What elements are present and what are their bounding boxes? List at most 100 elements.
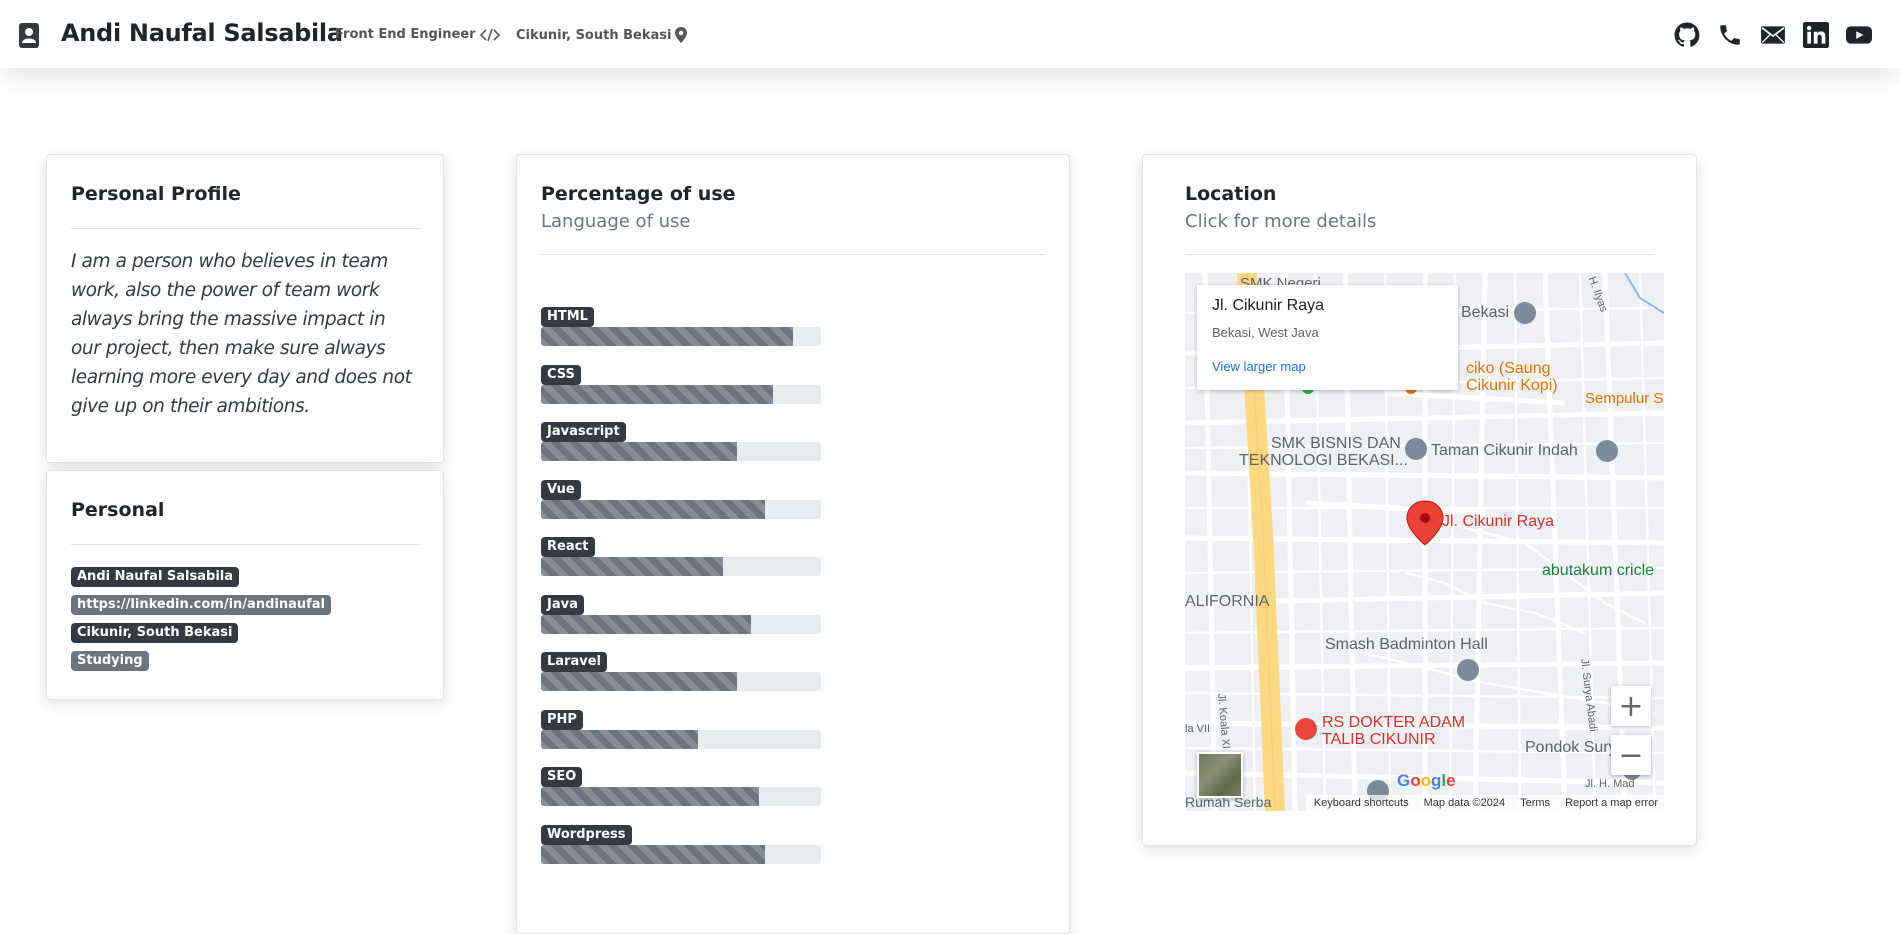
progress-fill	[541, 729, 698, 749]
map-label: ALIFORNIA	[1185, 593, 1270, 610]
map-label: SMK BISNIS DAN	[1271, 435, 1401, 452]
tag-linkedin[interactable]: https://linkedin.com/in/andinaufal	[71, 595, 332, 615]
map-label: ciko (Saung	[1466, 360, 1551, 377]
nav-location-text: Cikunir, South Bekasi	[516, 27, 672, 43]
map-place-address: Bekasi, West Java	[1212, 325, 1319, 340]
tag-location: Cikunir, South Bekasi	[71, 623, 239, 643]
skill-label: Vue	[541, 479, 581, 500]
keyboard-shortcuts-link[interactable]: Keyboard shortcuts	[1314, 797, 1409, 809]
nav-location: Cikunir, South Bekasi	[516, 27, 688, 43]
skill-item: PHP	[541, 709, 1045, 768]
skill-item: HTML	[541, 307, 1045, 365]
skill-item: Wordpress	[541, 824, 1045, 883]
progress-track	[541, 672, 821, 691]
progress-track	[541, 327, 821, 346]
map-label: Sempulur S	[1585, 390, 1664, 407]
location-subtitle[interactable]: Click for more details	[1185, 211, 1654, 232]
personal-card: Personal Andi Naufal Salsabila https://l…	[46, 470, 444, 700]
personal-tags: Andi Naufal Salsabila https://linkedin.c…	[71, 567, 419, 671]
map-label: Cikunir Kopi)	[1466, 377, 1558, 394]
skill-list: HTML CSS Javascript Vue React Java Larav…	[541, 307, 1045, 882]
zoom-in-button[interactable]: +	[1611, 686, 1651, 726]
skill-label: HTML	[541, 307, 594, 327]
skill-item: Java	[541, 594, 1045, 653]
profile-title: Personal Profile	[71, 183, 241, 205]
progress-track	[541, 729, 821, 749]
google-logo-letter: e	[1446, 771, 1456, 790]
code-icon	[479, 28, 500, 42]
progress-track	[541, 499, 821, 519]
id-badge-icon	[19, 23, 39, 48]
tag-name: Andi Naufal Salsabila	[71, 567, 240, 587]
report-error-link[interactable]: Report a map error	[1565, 797, 1658, 809]
google-logo: Google	[1397, 771, 1456, 791]
youtube-icon[interactable]	[1846, 22, 1872, 48]
progress-track	[541, 442, 821, 461]
skill-item: Laravel	[541, 652, 1045, 710]
map-label: la VII	[1185, 723, 1211, 735]
brand-name[interactable]: Andi Naufal Salsabila	[61, 19, 343, 47]
progress-track	[541, 557, 821, 576]
usage-title: Percentage of use	[541, 183, 736, 205]
progress-fill	[541, 327, 793, 346]
skill-item: Javascript	[541, 422, 1045, 480]
skill-label: PHP	[541, 709, 583, 730]
skill-item: SEO	[541, 767, 1045, 825]
google-logo-letter: G	[1397, 771, 1411, 790]
tag-status: Studying	[71, 651, 149, 671]
progress-fill	[541, 844, 765, 864]
zoom-out-button[interactable]: −	[1611, 735, 1651, 775]
map-place-title: Jl. Cikunir Raya	[1212, 297, 1325, 314]
map-footer: Keyboard shortcuts Map data ©2024 Terms …	[1305, 795, 1664, 811]
divider	[541, 254, 1045, 255]
map-label: TALIB CIKUNIR	[1322, 731, 1436, 748]
profile-text: I am a person who believes in team work,…	[71, 251, 412, 417]
divider	[1185, 254, 1654, 255]
skill-label: SEO	[541, 767, 583, 787]
divider	[71, 544, 419, 545]
progress-fill	[541, 384, 774, 404]
skill-label: React	[541, 537, 595, 557]
skill-label: CSS	[541, 364, 581, 385]
divider	[71, 228, 419, 229]
nav-role-text: Front End Engineer	[335, 27, 476, 42]
view-larger-map-link[interactable]: View larger map	[1212, 359, 1443, 374]
navbar: Andi Naufal Salsabila Front End Engineer…	[0, 0, 1900, 68]
satellite-toggle[interactable]	[1197, 752, 1243, 798]
map-marker-icon	[675, 27, 688, 43]
terms-link[interactable]: Terms	[1520, 797, 1550, 809]
google-logo-letter: o	[1420, 771, 1432, 790]
map-label: Taman Cikunir Indah	[1431, 442, 1578, 459]
skill-label: Wordpress	[541, 824, 632, 845]
linkedin-icon[interactable]	[1803, 22, 1829, 48]
progress-fill	[541, 614, 751, 634]
skill-item: React	[541, 537, 1045, 595]
map-label: TEKNOLOGI BEKASI...	[1239, 452, 1408, 469]
location-title: Location	[1185, 183, 1277, 205]
embedded-map[interactable]: SMK Negeri Bekasi ciko (Saung Cikunir Ko…	[1185, 273, 1664, 811]
google-logo-letter: o	[1410, 771, 1421, 790]
personal-profile-card: Personal Profile I am a person who belie…	[46, 154, 444, 463]
skill-label: Java	[541, 594, 584, 615]
github-icon[interactable]	[1674, 22, 1700, 48]
progress-fill	[541, 672, 737, 691]
nav-role: Front End Engineer	[335, 27, 500, 42]
location-card: Location Click for more details SMK Nege…	[1142, 154, 1697, 846]
progress-fill	[541, 442, 737, 461]
google-logo-letter: g	[1431, 771, 1442, 790]
progress-fill	[541, 557, 723, 576]
skill-item: Vue	[541, 479, 1045, 538]
map-label: Smash Badminton Hall	[1325, 636, 1488, 653]
map-info-window: Jl. Cikunir Raya Bekasi, West Java View …	[1197, 285, 1458, 390]
skill-item: CSS	[541, 364, 1045, 423]
map-label: Jl. Cikunir Raya	[1442, 513, 1555, 530]
personal-title: Personal	[71, 499, 165, 521]
progress-track	[541, 787, 821, 806]
mail-icon[interactable]	[1760, 22, 1786, 48]
map-data-text: Map data ©2024	[1423, 797, 1506, 809]
map-label: Jl. H. Mad	[1585, 778, 1635, 790]
map-label: RS DOKTER ADAM	[1322, 714, 1466, 731]
usage-subtitle: Language of use	[541, 211, 691, 232]
phone-icon[interactable]	[1717, 22, 1743, 48]
progress-fill	[541, 499, 765, 519]
